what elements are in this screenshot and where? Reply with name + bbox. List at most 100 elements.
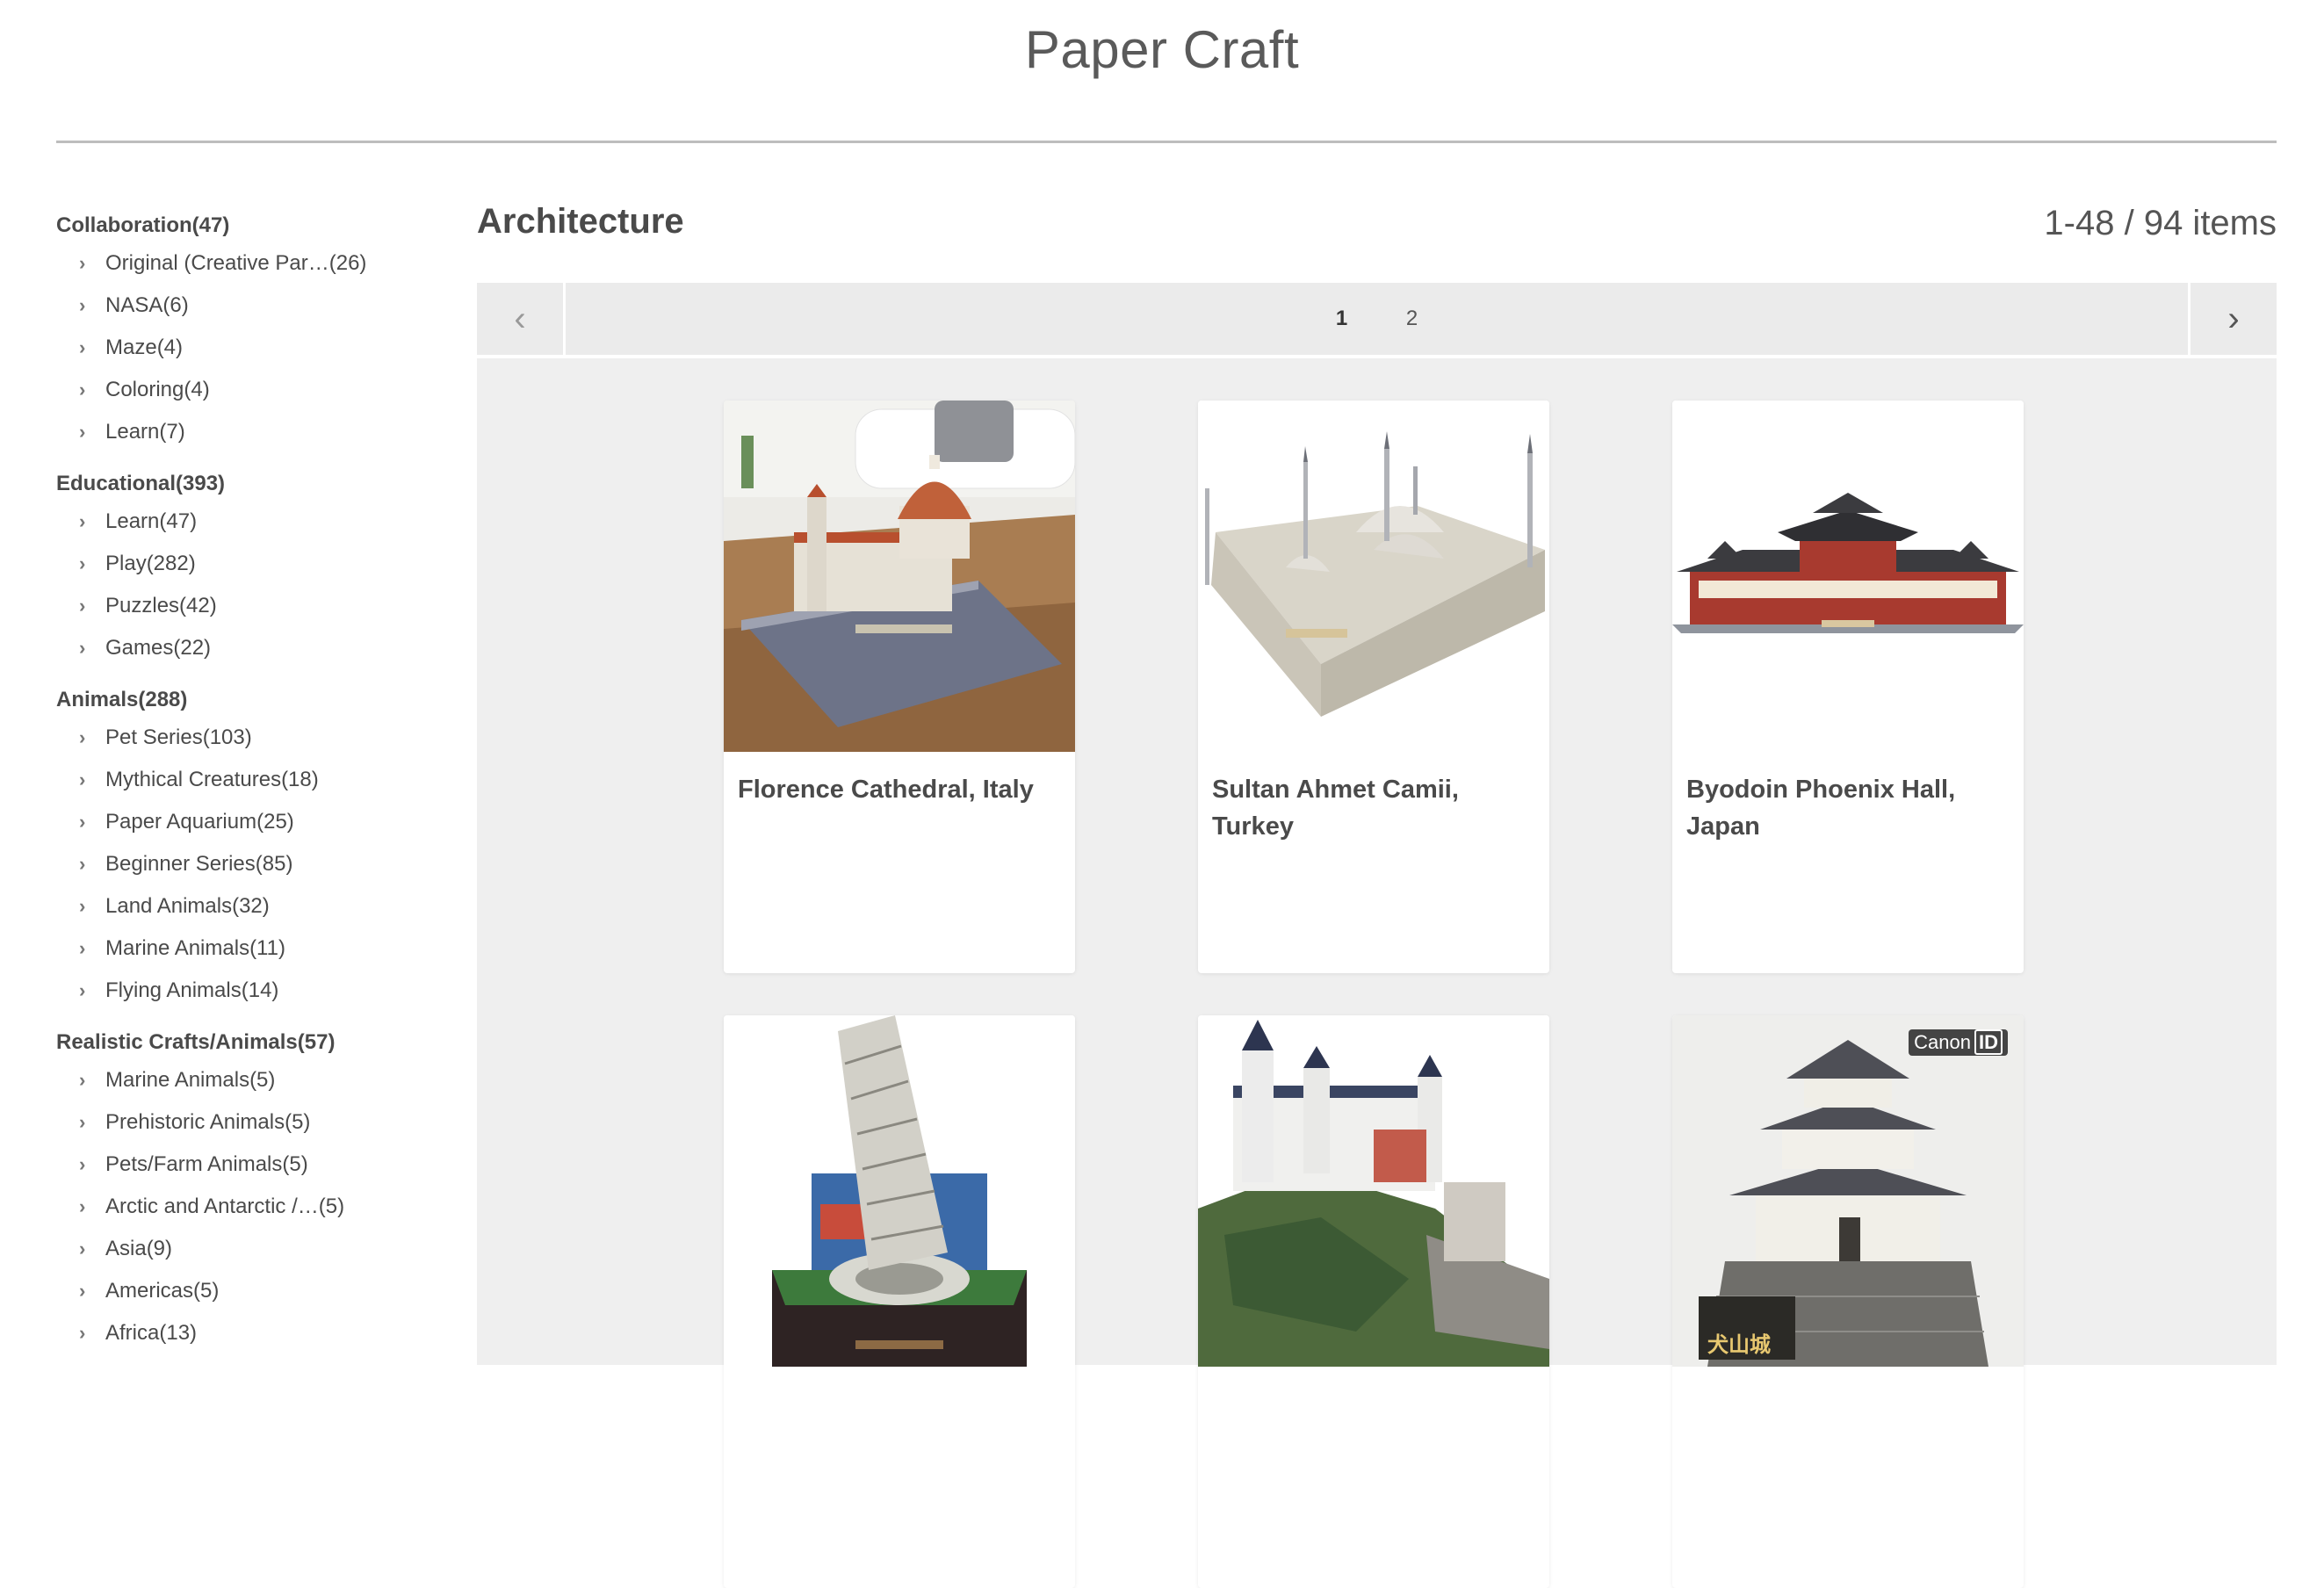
sidebar-item-label: Flying Animals(14) <box>105 978 279 1002</box>
sidebar-item-label: Africa(13) <box>105 1321 198 1345</box>
chevron-right-icon: › <box>79 769 86 790</box>
product-card-sultan-ahmet[interactable]: Sultan Ahmet Camii, Turkey <box>1198 401 1549 973</box>
sidebar-item-label: Marine Animals(11) <box>105 936 285 960</box>
pagination-bar: ‹ 12 › <box>477 283 2277 355</box>
sidebar-item-label: Asia(9) <box>105 1237 173 1260</box>
chevron-right-icon: › <box>79 1280 86 1302</box>
sidebar-item[interactable]: › Flying Animals(14) <box>56 970 443 1012</box>
page-1-link[interactable]: 1 <box>1307 283 1377 355</box>
sidebar-item-label: Mythical Creatures(18) <box>105 768 319 791</box>
sidebar-group-title[interactable]: Collaboration(47) <box>56 209 443 242</box>
page-numbers: 12 <box>477 283 2277 355</box>
sidebar-group-title[interactable]: Realistic Crafts/Animals(57) <box>56 1026 443 1059</box>
sidebar-item[interactable]: › Marine Animals(5) <box>56 1059 443 1101</box>
item-count: 1-48 / 94 items <box>2044 204 2277 242</box>
chevron-right-icon: › <box>79 726 86 748</box>
chevron-right-icon: › <box>79 510 86 532</box>
product-title[interactable] <box>1672 1367 2024 1386</box>
next-page-button[interactable]: › <box>2188 283 2277 355</box>
chevron-right-icon: › <box>2227 300 2240 338</box>
sidebar-item-label: Arctic and Antarctic /…(5) <box>105 1195 345 1218</box>
product-title[interactable] <box>724 1367 1075 1386</box>
inuyama-castle-image[interactable]: Canon ID 犬山城 <box>1672 1015 2024 1367</box>
sidebar-item-label: Coloring(4) <box>105 378 210 401</box>
sidebar-item[interactable]: › Prehistoric Animals(5) <box>56 1101 443 1144</box>
canon-badge-id: ID <box>1974 1029 2003 1055</box>
sidebar-item-label: Pet Series(103) <box>105 725 252 749</box>
sidebar-item-label: Beginner Series(85) <box>105 852 293 876</box>
sidebar-item-label: NASA(6) <box>105 293 189 317</box>
site-title: Paper Craft <box>1024 20 1300 79</box>
sidebar-item[interactable]: › Land Animals(32) <box>56 885 443 928</box>
product-title[interactable]: Sultan Ahmet Camii, Turkey <box>1198 752 1549 845</box>
product-title[interactable] <box>1198 1367 1549 1386</box>
sidebar-item[interactable]: › Learn(47) <box>56 501 443 543</box>
sidebar-group: Collaboration(47) › Original (Creative Pa… <box>56 209 443 453</box>
sidebar-item-label: Puzzles(42) <box>105 594 217 617</box>
sidebar-item[interactable]: › Maze(4) <box>56 327 443 369</box>
sidebar-item[interactable]: › Americas(5) <box>56 1270 443 1312</box>
sidebar-item-label: Land Animals(32) <box>105 894 270 918</box>
product-card-inuyama-castle[interactable]: Canon ID 犬山城 <box>1672 1015 2024 1588</box>
product-card-castle[interactable] <box>1198 1015 1549 1588</box>
sidebar-item[interactable]: › Pet Series(103) <box>56 717 443 759</box>
sidebar-group: Animals(288) › Pet Series(103) › Mythical … <box>56 683 443 1012</box>
sidebar-item[interactable]: › Learn(7) <box>56 411 443 453</box>
sidebar-item-label: Games(22) <box>105 636 212 660</box>
product-card-florence[interactable]: Florence Cathedral, Italy <box>724 401 1075 973</box>
chevron-left-icon: ‹ <box>514 300 526 338</box>
sidebar-item-label: Learn(7) <box>105 420 185 444</box>
page-2-link[interactable]: 2 <box>1377 283 1447 355</box>
chevron-right-icon: › <box>79 421 86 443</box>
chevron-right-icon: › <box>79 552 86 574</box>
chevron-right-icon: › <box>79 1111 86 1133</box>
product-title[interactable]: Byodoin Phoenix Hall, Japan <box>1672 752 2024 845</box>
product-grid: Florence Cathedral, Italy Sultan Ahmet C… <box>477 358 2277 1588</box>
castle-image[interactable] <box>1198 1015 1549 1367</box>
chevron-right-icon: › <box>79 853 86 875</box>
sidebar-item[interactable]: › NASA(6) <box>56 285 443 327</box>
sidebar-item-label: Paper Aquarium(25) <box>105 810 294 834</box>
sidebar-item-label: Pets/Farm Animals(5) <box>105 1152 308 1176</box>
castle-plaque-label: 犬山城 <box>1707 1333 1771 1357</box>
sidebar-item[interactable]: › Paper Aquarium(25) <box>56 801 443 843</box>
chevron-right-icon: › <box>79 294 86 316</box>
sidebar-group-title[interactable]: Educational(393) <box>56 467 443 501</box>
sidebar-item[interactable]: › Games(22) <box>56 627 443 669</box>
product-card-byodoin[interactable]: Byodoin Phoenix Hall, Japan <box>1672 401 2024 973</box>
previous-page-button[interactable]: ‹ <box>477 283 566 355</box>
page-heading: Architecture <box>477 202 684 241</box>
sidebar-item[interactable]: › Arctic and Antarctic /…(5) <box>56 1186 443 1228</box>
chevron-right-icon: › <box>79 252 86 274</box>
leaning-tower-image[interactable] <box>724 1015 1075 1367</box>
sidebar-item-label: Play(282) <box>105 552 196 575</box>
byodoin-phoenix-hall-image[interactable] <box>1672 401 2024 752</box>
sidebar-item[interactable]: › Beginner Series(85) <box>56 843 443 885</box>
chevron-right-icon: › <box>79 595 86 617</box>
sidebar-item[interactable]: › Puzzles(42) <box>56 585 443 627</box>
sidebar-group: Realistic Crafts/Animals(57) › Marine Ani… <box>56 1026 443 1354</box>
sidebar-item[interactable]: › Play(282) <box>56 543 443 585</box>
sidebar-item-label: Maze(4) <box>105 336 184 359</box>
florence-cathedral-image[interactable] <box>724 401 1075 752</box>
sultan-ahmet-camii-image[interactable] <box>1198 401 1549 752</box>
sidebar-item[interactable]: › Pets/Farm Animals(5) <box>56 1144 443 1186</box>
sidebar-group-title[interactable]: Animals(288) <box>56 683 443 717</box>
sidebar-item[interactable]: › Coloring(4) <box>56 369 443 411</box>
product-title[interactable]: Florence Cathedral, Italy <box>724 752 1075 808</box>
chevron-right-icon: › <box>79 1238 86 1260</box>
canon-id-badge: Canon ID <box>1909 1029 2008 1056</box>
sidebar-item-label: Prehistoric Animals(5) <box>105 1110 311 1134</box>
sidebar-item[interactable]: › Original (Creative Par…(26) <box>56 242 443 285</box>
canon-badge-brand: Canon <box>1914 1031 1971 1053</box>
sidebar-item-label: Learn(47) <box>105 509 198 533</box>
sidebar-item[interactable]: › Marine Animals(11) <box>56 928 443 970</box>
product-card-leaning-tower[interactable] <box>724 1015 1075 1588</box>
chevron-right-icon: › <box>79 979 86 1001</box>
sidebar-item-label: Americas(5) <box>105 1279 220 1303</box>
chevron-right-icon: › <box>79 895 86 917</box>
sidebar-item[interactable]: › Mythical Creatures(18) <box>56 759 443 801</box>
sidebar-item[interactable]: › Asia(9) <box>56 1228 443 1270</box>
sidebar-item[interactable]: › Africa(13) <box>56 1312 443 1354</box>
chevron-right-icon: › <box>79 811 86 833</box>
